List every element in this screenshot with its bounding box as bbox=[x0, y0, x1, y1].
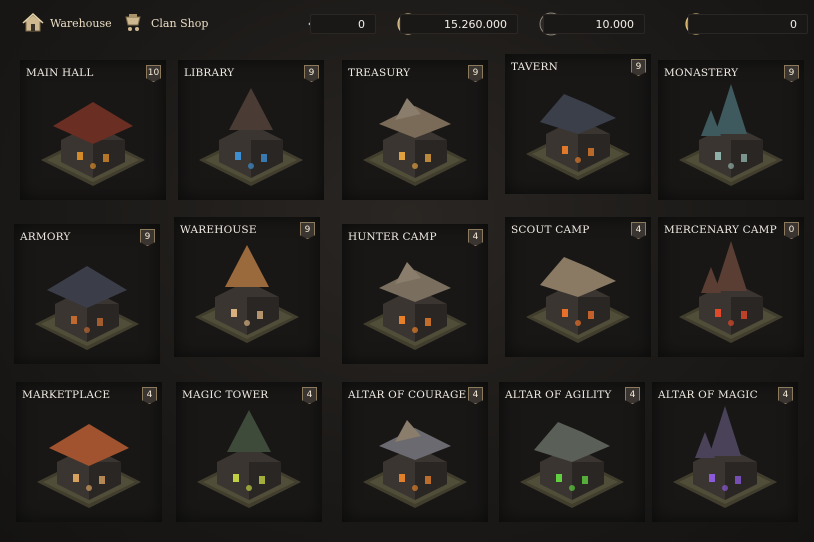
warehouse-nav-label: Warehouse bbox=[50, 16, 112, 30]
building-card-altar-of-magic[interactable]: ALTAR OF MAGIC 4 bbox=[652, 382, 798, 522]
building-name: WAREHOUSE bbox=[180, 224, 257, 236]
gold-counter: 15.260.000 bbox=[400, 14, 518, 34]
building-illustration-icon bbox=[526, 94, 630, 180]
building-card-treasury[interactable]: TREASURY 9 bbox=[342, 60, 488, 200]
building-illustration-icon bbox=[520, 422, 624, 508]
gold-value: 15.260.000 bbox=[444, 17, 507, 31]
building-card-marketplace[interactable]: MARKETPLACE 4 bbox=[16, 382, 162, 522]
building-card-main-hall[interactable]: MAIN HALL 10 bbox=[20, 60, 166, 200]
building-illustration-icon bbox=[526, 257, 630, 343]
building-card-hunter-camp[interactable]: HUNTER CAMP 4 bbox=[342, 224, 488, 364]
building-card-scout-camp[interactable]: SCOUT CAMP 4 bbox=[505, 217, 651, 357]
building-name: MONASTERY bbox=[664, 67, 739, 79]
building-name: HUNTER CAMP bbox=[348, 231, 437, 243]
medal-value: 0 bbox=[790, 17, 797, 31]
warehouse-nav-button[interactable]: Warehouse bbox=[22, 10, 112, 36]
clan-shop-nav-button[interactable]: Clan Shop bbox=[123, 10, 208, 36]
building-illustration-icon bbox=[41, 102, 145, 186]
skull-value: 10.000 bbox=[595, 17, 635, 31]
building-name: ALTAR OF AGILITY bbox=[505, 389, 612, 401]
crystal-value: 0 bbox=[358, 17, 365, 31]
shop-cart-icon bbox=[123, 12, 145, 34]
building-card-magic-tower[interactable]: MAGIC TOWER 4 bbox=[176, 382, 322, 522]
building-name: TREASURY bbox=[348, 67, 411, 79]
building-card-library[interactable]: LIBRARY 9 bbox=[178, 60, 324, 200]
building-card-warehouse[interactable]: WAREHOUSE 9 bbox=[174, 217, 320, 357]
building-card-mercenary-camp[interactable]: MERCENARY CAMP 0 bbox=[658, 217, 804, 357]
building-card-altar-of-agility[interactable]: ALTAR OF AGILITY 4 bbox=[499, 382, 645, 522]
building-name: ALTAR OF MAGIC bbox=[658, 389, 758, 401]
medal-counter: 0 bbox=[688, 14, 808, 34]
building-illustration-icon bbox=[363, 420, 467, 508]
building-illustration-icon bbox=[363, 262, 467, 350]
building-card-tavern[interactable]: TAVERN 9 bbox=[505, 54, 651, 194]
building-card-monastery[interactable]: MONASTERY 9 bbox=[658, 60, 804, 200]
building-card-armory[interactable]: ARMORY 9 bbox=[14, 224, 160, 364]
building-illustration-icon bbox=[679, 241, 783, 343]
building-name: MAGIC TOWER bbox=[182, 389, 269, 401]
building-name: ALTAR OF COURAGE bbox=[348, 389, 467, 401]
building-name: TAVERN bbox=[511, 61, 559, 73]
building-illustration-icon bbox=[195, 245, 299, 343]
building-illustration-icon bbox=[37, 424, 141, 508]
building-illustration-icon bbox=[199, 88, 303, 186]
building-illustration-icon bbox=[673, 406, 777, 508]
building-illustration-icon bbox=[679, 84, 783, 186]
skull-counter: 10.000 bbox=[543, 14, 645, 34]
building-name: MAIN HALL bbox=[26, 67, 94, 79]
building-name: ARMORY bbox=[20, 231, 71, 243]
warehouse-icon bbox=[22, 12, 44, 34]
crystal-counter: 0 bbox=[310, 14, 376, 34]
building-illustration-icon bbox=[363, 98, 467, 186]
building-name: SCOUT CAMP bbox=[511, 224, 590, 236]
building-name: MARKETPLACE bbox=[22, 389, 111, 401]
building-name: LIBRARY bbox=[184, 67, 235, 79]
clan-shop-nav-label: Clan Shop bbox=[151, 16, 209, 30]
building-illustration-icon bbox=[197, 410, 301, 508]
building-card-altar-of-courage[interactable]: ALTAR OF COURAGE 4 bbox=[342, 382, 488, 522]
building-illustration-icon bbox=[35, 266, 139, 350]
top-bar: Warehouse Clan Shop 0 15.260.000 10.000 … bbox=[0, 0, 814, 46]
building-name: MERCENARY CAMP bbox=[664, 224, 777, 236]
